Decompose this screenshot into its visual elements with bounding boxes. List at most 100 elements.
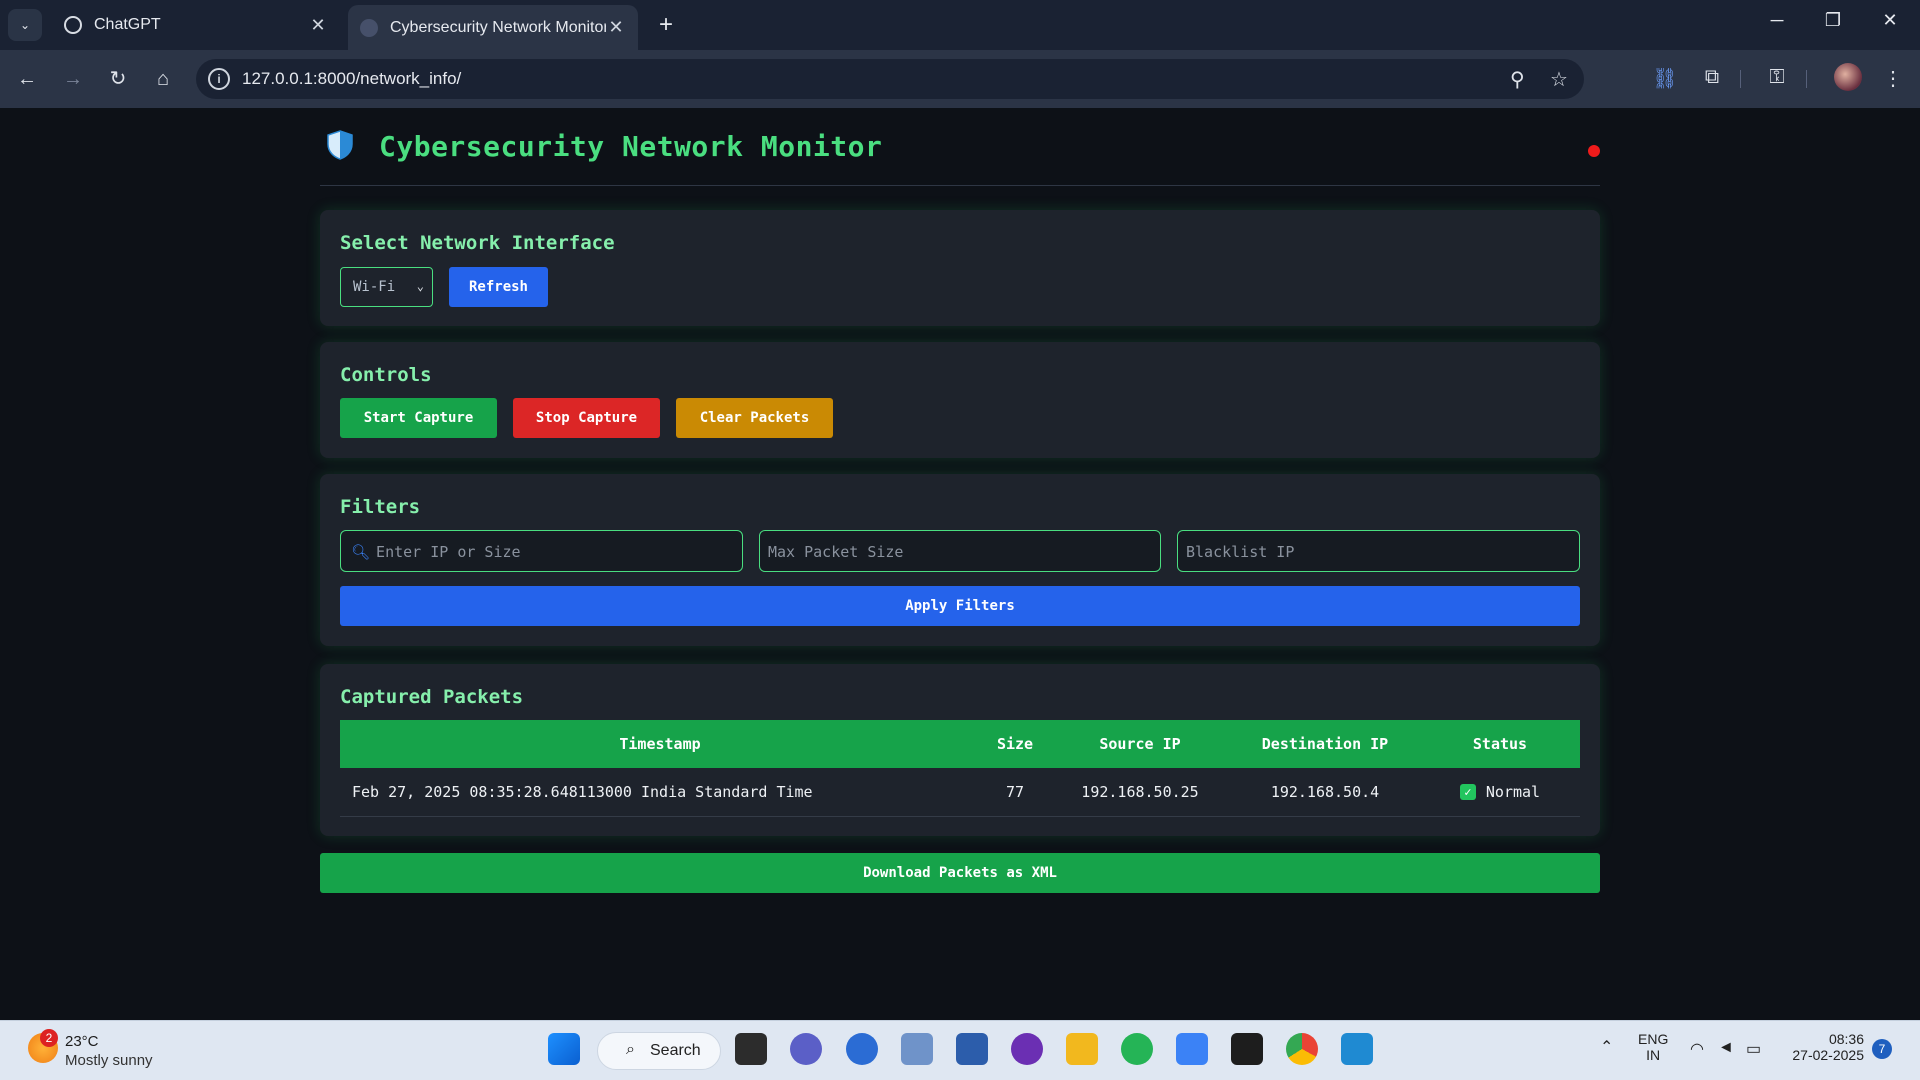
- close-icon[interactable]: ✕: [606, 17, 626, 38]
- chevron-down-icon: ⌄: [416, 279, 424, 293]
- toolbar-divider: [1806, 70, 1807, 88]
- tab-title: Cybersecurity Network Monitor: [390, 18, 606, 36]
- stop-capture-button[interactable]: Stop Capture: [513, 398, 660, 438]
- chatgpt-favicon-icon: [64, 16, 82, 34]
- chevron-up-icon[interactable]: ⌃: [1600, 1037, 1613, 1057]
- link-extension-icon[interactable]: ⛓: [1650, 66, 1680, 91]
- vscode-icon[interactable]: [1341, 1033, 1373, 1065]
- menu-kebab-icon[interactable]: ⋮: [1878, 66, 1908, 91]
- powershell-icon[interactable]: [956, 1033, 988, 1065]
- reload-icon[interactable]: ↻: [103, 64, 133, 94]
- volume-icon[interactable]: ◄: [1718, 1039, 1734, 1057]
- language-indicator[interactable]: ENG IN: [1638, 1031, 1668, 1063]
- windows-start-icon[interactable]: [548, 1033, 580, 1065]
- weather-temp[interactable]: 23°C: [65, 1033, 99, 1050]
- interface-select[interactable]: Wi-Fi ⌄: [340, 267, 433, 307]
- section-title: Select Network Interface: [340, 232, 615, 254]
- ip-filter-input[interactable]: 🔍︎ Enter IP or Size: [340, 530, 743, 572]
- tor-browser-icon[interactable]: [1011, 1033, 1043, 1065]
- address-bar[interactable]: i 127.0.0.1:8000/network_info/ ☆ ⚲: [196, 59, 1584, 99]
- table-header-row: Timestamp Size Source IP Destination IP …: [340, 720, 1580, 768]
- start-capture-button[interactable]: Start Capture: [340, 398, 497, 438]
- controls-card: Controls Start Capture Stop Capture Clea…: [320, 342, 1600, 458]
- packet-size: 77: [980, 768, 1050, 817]
- clock[interactable]: 08:36 27-02-2025: [1788, 1031, 1864, 1063]
- task-view-icon[interactable]: [735, 1033, 767, 1065]
- search-icon: 🔍︎: [351, 543, 371, 561]
- photos-icon[interactable]: [901, 1033, 933, 1065]
- page-title: Cybersecurity Network Monitor: [379, 130, 883, 163]
- extensions-puzzle-icon[interactable]: ⧉: [1697, 66, 1727, 89]
- toolbar-divider: [1740, 70, 1741, 88]
- profile-avatar[interactable]: [1834, 63, 1862, 91]
- column-header: Destination IP: [1230, 720, 1420, 768]
- filters-card: Filters 🔍︎ Enter IP or Size Max Packet Si…: [320, 474, 1600, 646]
- interface-select-value: Wi-Fi: [353, 279, 396, 295]
- language-top: ENG: [1638, 1031, 1669, 1047]
- file-explorer-icon[interactable]: [1066, 1033, 1098, 1065]
- site-info-icon[interactable]: i: [208, 68, 230, 90]
- section-title: Filters: [340, 496, 421, 518]
- zoom-icon[interactable]: ⚲: [1510, 67, 1525, 92]
- interface-card: Select Network Interface Wi-Fi ⌄ Refresh: [320, 210, 1600, 326]
- page-body: Cybersecurity Network Monitor Select Net…: [0, 108, 1920, 1020]
- section-title: Captured Packets: [340, 686, 524, 708]
- notification-badge[interactable]: 7: [1872, 1039, 1892, 1059]
- tab-search-button[interactable]: ⌄: [8, 9, 42, 41]
- section-title: Controls: [340, 364, 432, 386]
- blacklist-ip-input[interactable]: Blacklist IP: [1177, 530, 1580, 572]
- language-bottom: IN: [1646, 1047, 1661, 1063]
- packet-source-ip: 192.168.50.25: [1050, 768, 1230, 817]
- download-xml-button[interactable]: Download Packets as XML: [320, 853, 1600, 893]
- notepad-icon[interactable]: [1176, 1033, 1208, 1065]
- status-indicator: [1588, 145, 1600, 157]
- clock-time: 08:36: [1828, 1031, 1864, 1047]
- column-header: Timestamp: [340, 720, 980, 768]
- column-header: Size: [980, 720, 1050, 768]
- home-icon[interactable]: ⌂: [148, 64, 178, 94]
- weather-condition[interactable]: Mostly sunny: [65, 1052, 153, 1069]
- tab-network-monitor[interactable]: Cybersecurity Network Monitor ✕: [348, 5, 638, 50]
- packet-status: Normal: [1485, 782, 1541, 801]
- minimize-icon[interactable]: ─: [1757, 10, 1797, 31]
- battery-icon[interactable]: ▭: [1746, 1039, 1761, 1059]
- apply-filters-button[interactable]: Apply Filters: [340, 586, 1580, 626]
- packet-timestamp: Feb 27, 2025 08:35:28.648113000 India St…: [340, 768, 980, 817]
- clock-date: 27-02-2025: [1792, 1047, 1864, 1063]
- back-icon[interactable]: ←: [12, 64, 42, 94]
- packets-table: Timestamp Size Source IP Destination IP …: [340, 720, 1580, 817]
- browser-tab-bar: ⌄ ChatGPT ✕ Cybersecurity Network Monito…: [0, 0, 1920, 50]
- refresh-button[interactable]: Refresh: [449, 267, 548, 307]
- close-icon[interactable]: ✕: [308, 15, 328, 36]
- ip-filter-placeholder: Enter IP or Size: [376, 543, 521, 561]
- browser-toolbar: ← → ↻ ⌂ i 127.0.0.1:8000/network_info/ ☆…: [0, 50, 1920, 108]
- weather-badge: 2: [40, 1029, 58, 1047]
- tab-chatgpt[interactable]: ChatGPT ✕: [52, 7, 340, 43]
- tab-title: ChatGPT: [94, 16, 161, 33]
- new-tab-button[interactable]: +: [652, 11, 680, 39]
- search-label: Search: [650, 1042, 701, 1059]
- taskbar-search[interactable]: ⌕ Search: [597, 1032, 721, 1070]
- bookmark-star-icon[interactable]: ☆: [1550, 67, 1568, 92]
- whatsapp-icon[interactable]: [1121, 1033, 1153, 1065]
- window-close-icon[interactable]: ✕: [1870, 10, 1910, 31]
- search-icon: ⌕: [626, 1041, 635, 1058]
- word-icon[interactable]: [846, 1033, 878, 1065]
- clear-packets-button[interactable]: Clear Packets: [676, 398, 833, 438]
- packet-status-cell: ✓ Normal: [1420, 768, 1580, 817]
- chrome-icon[interactable]: [1286, 1033, 1318, 1065]
- max-size-input[interactable]: Max Packet Size: [759, 530, 1161, 572]
- column-header: Status: [1420, 720, 1580, 768]
- column-header: Source IP: [1050, 720, 1230, 768]
- shield-icon: [327, 130, 353, 160]
- password-key-icon[interactable]: ⚿: [1762, 66, 1792, 89]
- teams-icon[interactable]: [790, 1033, 822, 1065]
- globe-favicon-icon: [360, 18, 378, 37]
- max-size-placeholder: Max Packet Size: [768, 543, 904, 561]
- wifi-icon[interactable]: ◠: [1690, 1039, 1704, 1059]
- restore-icon[interactable]: ❐: [1813, 10, 1853, 31]
- terminal-icon[interactable]: [1231, 1033, 1263, 1065]
- check-icon: ✓: [1459, 784, 1476, 801]
- forward-icon[interactable]: →: [58, 64, 88, 94]
- url-text[interactable]: 127.0.0.1:8000/network_info/: [242, 69, 461, 89]
